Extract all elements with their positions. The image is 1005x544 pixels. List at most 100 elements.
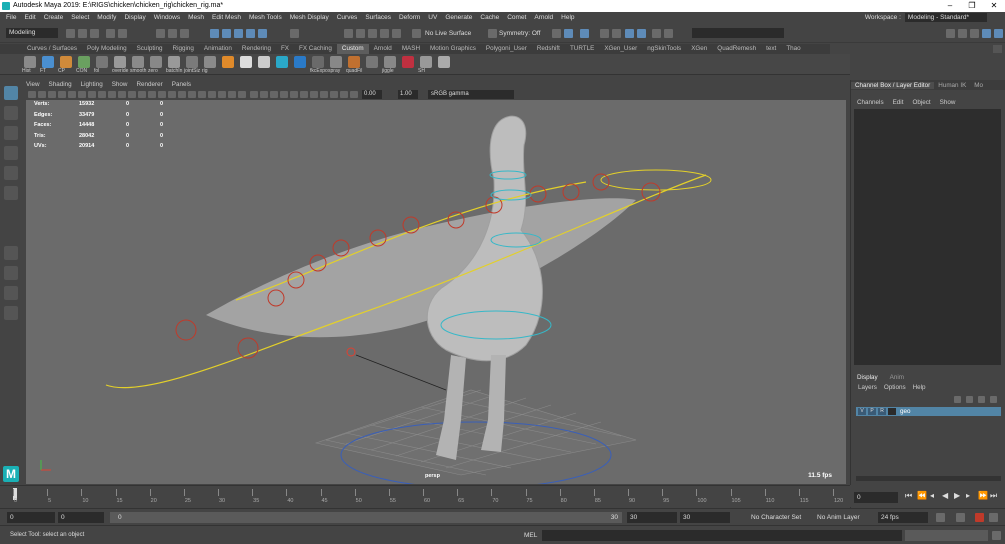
shelf-tab-turtle[interactable]: TURTLE	[565, 44, 599, 54]
tab-display[interactable]: Display	[857, 374, 878, 381]
scene-start-field[interactable]: 0	[7, 512, 55, 523]
panel-tool-16-icon[interactable]	[188, 91, 196, 98]
menu-object[interactable]: Object	[912, 99, 930, 106]
panel-tool-28-icon[interactable]	[310, 91, 318, 98]
layer-row-geo[interactable]: V P R geo	[856, 407, 1001, 416]
select-by-hierarchy-icon[interactable]	[156, 29, 165, 38]
snapshot-icon[interactable]	[612, 29, 621, 38]
move-tool-icon[interactable]	[4, 146, 18, 160]
rotate-tool-icon[interactable]	[4, 166, 18, 180]
channel-box-icon[interactable]	[994, 29, 1003, 38]
shelf-tab-mash[interactable]: MASH	[397, 44, 425, 54]
panel-tool-8-icon[interactable]	[108, 91, 116, 98]
shelf-button-tool-11-icon[interactable]	[222, 56, 234, 68]
shelf-button-con-icon[interactable]	[78, 56, 90, 68]
shelf-tab-fx[interactable]: FX	[276, 44, 294, 54]
cache-icon[interactable]	[652, 29, 661, 38]
shelf-button-ft-icon[interactable]	[42, 56, 54, 68]
shelf-button-tool-13-icon[interactable]	[258, 56, 270, 68]
shelf-tab-fx-caching[interactable]: FX Caching	[294, 44, 337, 54]
grid-layout-icon[interactable]	[958, 29, 967, 38]
shelf-tab-ngskintools[interactable]: ngSkinTools	[642, 44, 686, 54]
near-clip-field[interactable]: 0.00	[362, 90, 382, 99]
shelf-button-zero-icon[interactable]	[150, 56, 162, 68]
panel-tool-21-icon[interactable]	[238, 91, 246, 98]
menu-mesh-tools[interactable]: Mesh Tools	[249, 14, 282, 21]
shelf-tab-xgen-user[interactable]: XGen_User	[599, 44, 642, 54]
tab-channel-box[interactable]: Channel Box / Layer Editor	[851, 81, 935, 89]
fps-dropdown[interactable]: 24 fps	[878, 512, 928, 523]
magnet-icon[interactable]	[412, 29, 421, 38]
menu-mesh-display[interactable]: Mesh Display	[290, 14, 329, 21]
render-icon[interactable]	[600, 29, 609, 38]
menu-layers[interactable]: Layers	[858, 384, 877, 391]
panel-tool-19-icon[interactable]	[218, 91, 226, 98]
panel-tool-0-icon[interactable]	[28, 91, 36, 98]
menu-curves[interactable]: Curves	[337, 14, 358, 21]
open-scene-icon[interactable]	[78, 29, 87, 38]
outliner-layout-icon[interactable]	[4, 306, 18, 320]
panel-tool-17-icon[interactable]	[198, 91, 206, 98]
menu-select[interactable]: Select	[71, 14, 89, 21]
panel-menu-show[interactable]: Show	[112, 81, 128, 88]
menu-display[interactable]: Display	[124, 14, 145, 21]
attribute-editor-icon[interactable]	[982, 29, 991, 38]
layer-reference-toggle[interactable]: R	[878, 408, 886, 415]
history-icon[interactable]	[290, 29, 299, 38]
select-by-component-icon[interactable]	[180, 29, 189, 38]
menu-edit-mesh[interactable]: Edit Mesh	[212, 14, 241, 21]
panel-menu-renderer[interactable]: Renderer	[136, 81, 162, 88]
menu-edit[interactable]: Edit	[24, 14, 35, 21]
render-frame-icon[interactable]	[356, 29, 365, 38]
go-to-end-icon[interactable]: ⏭	[990, 491, 997, 501]
panel-tool-9-icon[interactable]	[118, 91, 126, 98]
color-space-dropdown[interactable]: sRGB gamma	[428, 90, 514, 99]
current-frame-field[interactable]: 0	[854, 492, 898, 503]
xgen-icon[interactable]	[580, 29, 589, 38]
auto-key-icon[interactable]	[956, 513, 965, 522]
play-forward-icon[interactable]: ▶	[954, 491, 960, 500]
panel-tool-6-icon[interactable]	[88, 91, 96, 98]
menu-create[interactable]: Create	[44, 14, 64, 21]
new-layer-selected-icon[interactable]	[990, 396, 997, 403]
shelf-tab-rigging[interactable]: Rigging	[168, 44, 199, 54]
new-layer-icon[interactable]	[978, 396, 985, 403]
step-forward-key-icon[interactable]: ⏩	[978, 491, 988, 500]
shelf-tab-poly-modeling[interactable]: Poly Modeling	[82, 44, 132, 54]
script-language-toggle[interactable]: MEL	[524, 532, 537, 539]
shelf-button-jiggle-icon[interactable]	[384, 56, 396, 68]
layer-scrollbar[interactable]	[856, 476, 1001, 481]
shelf-tab-curves-surfaces[interactable]: Curves / Surfaces	[22, 44, 82, 54]
menu-windows[interactable]: Windows	[154, 14, 180, 21]
play-backward-icon[interactable]: ◀	[942, 491, 948, 500]
anim-layer-dropdown[interactable]: No Anim Layer	[814, 512, 874, 523]
snap-curve-icon[interactable]	[222, 29, 231, 38]
shelf-button-fkcexpo-icon[interactable]	[312, 56, 324, 68]
restore-button[interactable]: ❐	[961, 0, 983, 12]
panel-tool-25-icon[interactable]	[280, 91, 288, 98]
shelf-button-tool-19-icon[interactable]	[366, 56, 378, 68]
panel-tool-24-icon[interactable]	[270, 91, 278, 98]
menu-arnold[interactable]: Arnold	[534, 14, 553, 21]
shelf-button-rig-icon[interactable]	[204, 56, 216, 68]
time-slider[interactable]: 0 5 10 15 20 25 30 35 40 45 50 55 60 65 70 75 80 85 90 95 10…	[0, 485, 850, 507]
ipr-icon[interactable]	[625, 29, 634, 38]
shelf-tab-quadremesh[interactable]: QuadRemesh	[712, 44, 761, 54]
panel-tool-22-icon[interactable]	[250, 91, 258, 98]
shelf-button-spray-icon[interactable]	[330, 56, 342, 68]
auto-keyframe-icon[interactable]	[975, 513, 984, 522]
panel-tool-20-icon[interactable]	[228, 91, 236, 98]
select-by-object-icon[interactable]	[168, 29, 177, 38]
panel-tool-30-icon[interactable]	[330, 91, 338, 98]
menu-surfaces[interactable]: Surfaces	[365, 14, 391, 21]
panel-tool-11-icon[interactable]	[138, 91, 146, 98]
playblast-icon[interactable]	[664, 29, 673, 38]
panel-tool-23-icon[interactable]	[260, 91, 268, 98]
shelf-button-cp-icon[interactable]	[60, 56, 72, 68]
menu-channels[interactable]: Channels	[857, 99, 884, 106]
channel-box-area[interactable]	[854, 109, 1001, 365]
script-editor-icon[interactable]	[992, 531, 1001, 540]
redo-icon[interactable]	[118, 29, 127, 38]
shelf-button-tool-14-icon[interactable]	[276, 56, 288, 68]
panel-tool-32-icon[interactable]	[350, 91, 358, 98]
